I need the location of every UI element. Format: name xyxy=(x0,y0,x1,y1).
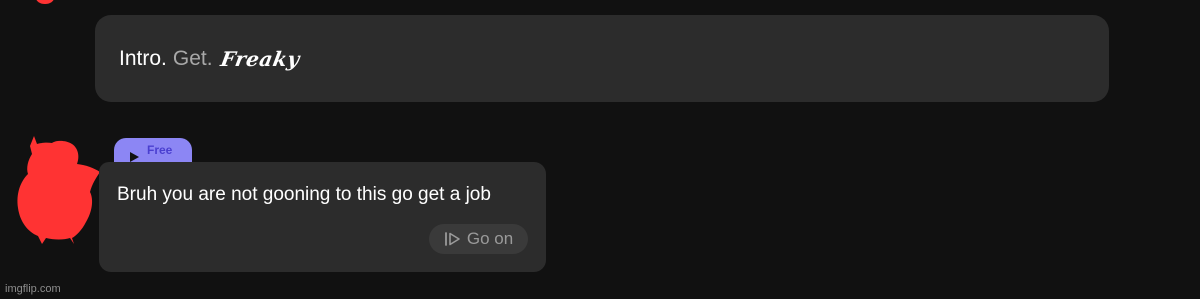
intro-label: Intro. xyxy=(119,47,167,70)
intro-get-text: Get. xyxy=(172,47,213,70)
go-on-button[interactable]: Go on xyxy=(429,224,528,254)
continue-icon xyxy=(444,232,460,246)
message-text: Bruh you are not gooning to this go get … xyxy=(117,184,491,205)
red-scribble xyxy=(36,0,54,4)
avatar xyxy=(17,136,100,244)
intro-card: Intro. Get. Freaky xyxy=(95,15,1109,102)
message-bubble: Bruh you are not gooning to this go get … xyxy=(99,162,546,272)
play-icon xyxy=(130,152,139,162)
go-on-label: Go on xyxy=(466,229,514,248)
free-badge-label: Free xyxy=(147,143,173,157)
watermark: imgflip.com xyxy=(5,283,61,295)
intro-freaky-text: Freaky xyxy=(218,46,302,71)
